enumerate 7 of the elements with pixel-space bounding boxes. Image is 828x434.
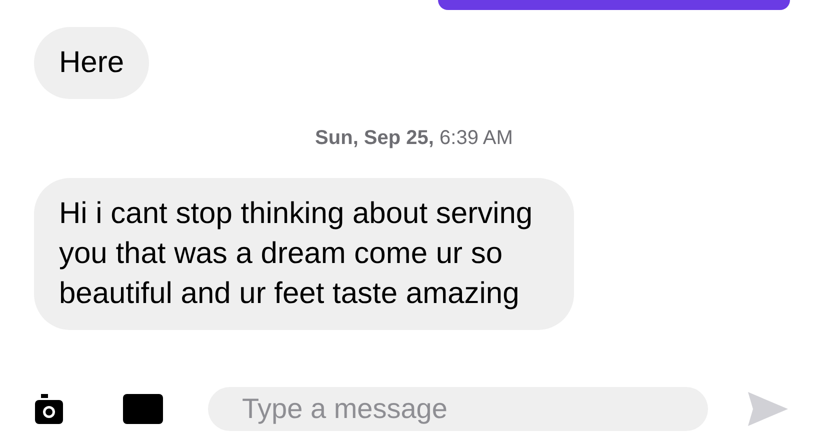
message-timestamp: Sun, Sep 25, 6:39 AM (315, 126, 513, 151)
message-input[interactable]: Type a message (208, 387, 708, 431)
message-bubble: Hi i cant stop thinking about serving you that was a dream come ur so beautiful and ur feet taste amazing (34, 178, 574, 330)
gif-icon[interactable] (123, 394, 163, 424)
camera-icon[interactable] (35, 394, 63, 424)
send-icon[interactable] (748, 392, 788, 426)
message-bubble: Here (34, 27, 150, 99)
